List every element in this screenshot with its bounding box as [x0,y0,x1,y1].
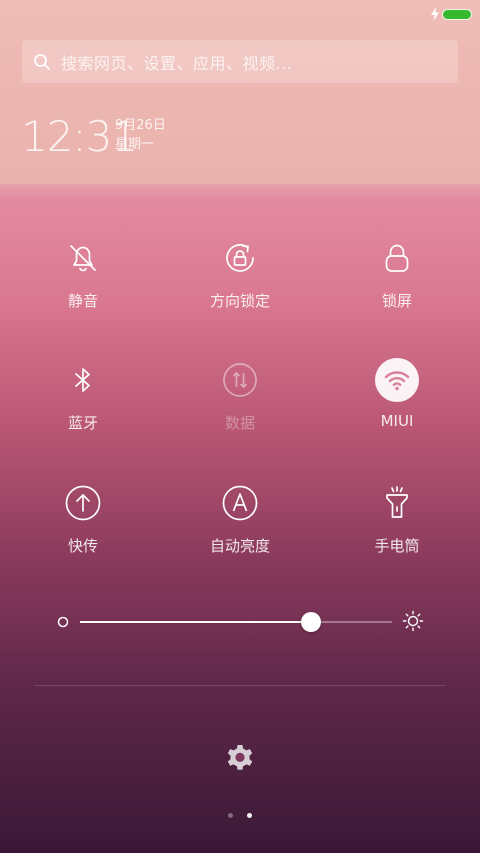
toggle-mute[interactable]: 静音 [13,236,153,326]
toggle-label: 手电筒 [374,537,420,555]
date-block: 9月26日 星期一 [115,116,166,154]
toggle-auto-brightness[interactable]: 自动亮度 [170,481,310,571]
weekday-text: 星期一 [115,137,155,152]
page-dot-1[interactable] [228,812,233,818]
divider [34,685,446,686]
toggle-icon-wrap [218,236,262,280]
auto-brightness-icon [222,485,258,521]
charging-icon [431,7,439,21]
brightness-slider[interactable] [56,606,424,638]
page-dot-2[interactable] [247,812,252,818]
toggle-lock-screen[interactable]: 锁屏 [327,236,467,326]
toggle-wifi[interactable]: MIUI [327,358,467,448]
brightness-thumb[interactable] [300,612,321,632]
search-icon [34,53,50,70]
mobile-data-icon [223,363,257,397]
date-text: 9月26日 [115,118,166,133]
flashlight-icon [386,486,408,518]
toggle-icon-wrap [61,481,105,525]
toggle-label: 快传 [67,537,98,555]
page-indicator [228,811,252,819]
toggle-icon-wrap [375,236,419,280]
toggle-icon-wrap [375,481,419,525]
shade-header: 搜索网页、设置、应用、视频... 12:31 9月26日 星期一 [0,0,480,184]
toggle-bluetooth[interactable]: 蓝牙 [13,358,153,448]
wifi-icon [384,371,410,391]
toggle-rotation-lock[interactable]: 方向锁定 [170,236,310,326]
toggle-icon-wrap [375,358,419,402]
toggle-label: 蓝牙 [67,414,98,432]
toggle-icon-wrap [218,481,262,525]
brightness-fill [80,621,311,623]
brightness-low-icon [57,616,69,628]
rotation-lock-icon [226,244,254,272]
notification-shade: 搜索网页、设置、应用、视频... 12:31 9月26日 星期一 静音 方向锁定… [0,0,480,853]
toggle-flashlight[interactable]: 手电筒 [327,481,467,571]
bluetooth-icon [75,368,90,392]
search-placeholder: 搜索网页、设置、应用、视频... [61,53,293,73]
brightness-high-icon [402,610,424,632]
bell-off-icon [70,245,96,272]
status-bar [0,0,480,28]
toggle-label: MIUI [380,412,414,430]
battery-icon [442,9,472,20]
toggle-label: 锁屏 [381,292,412,310]
search-input[interactable]: 搜索网页、设置、应用、视频... [22,40,458,83]
toggle-label: 静音 [67,292,98,310]
toggle-label: 自动亮度 [209,537,270,555]
toggle-icon-wrap [61,236,105,280]
quick-transfer-icon [65,485,101,521]
toggle-label: 数据 [224,414,255,432]
gear-icon[interactable] [224,741,256,773]
toggle-quick-transfer[interactable]: 快传 [13,481,153,571]
toggle-mobile-data[interactable]: 数据 [170,358,310,448]
toggle-icon-wrap [218,358,262,402]
toggle-icon-wrap [61,358,105,402]
lock-icon [385,244,409,272]
toggle-label: 方向锁定 [209,292,270,310]
brightness-track[interactable] [80,612,392,632]
